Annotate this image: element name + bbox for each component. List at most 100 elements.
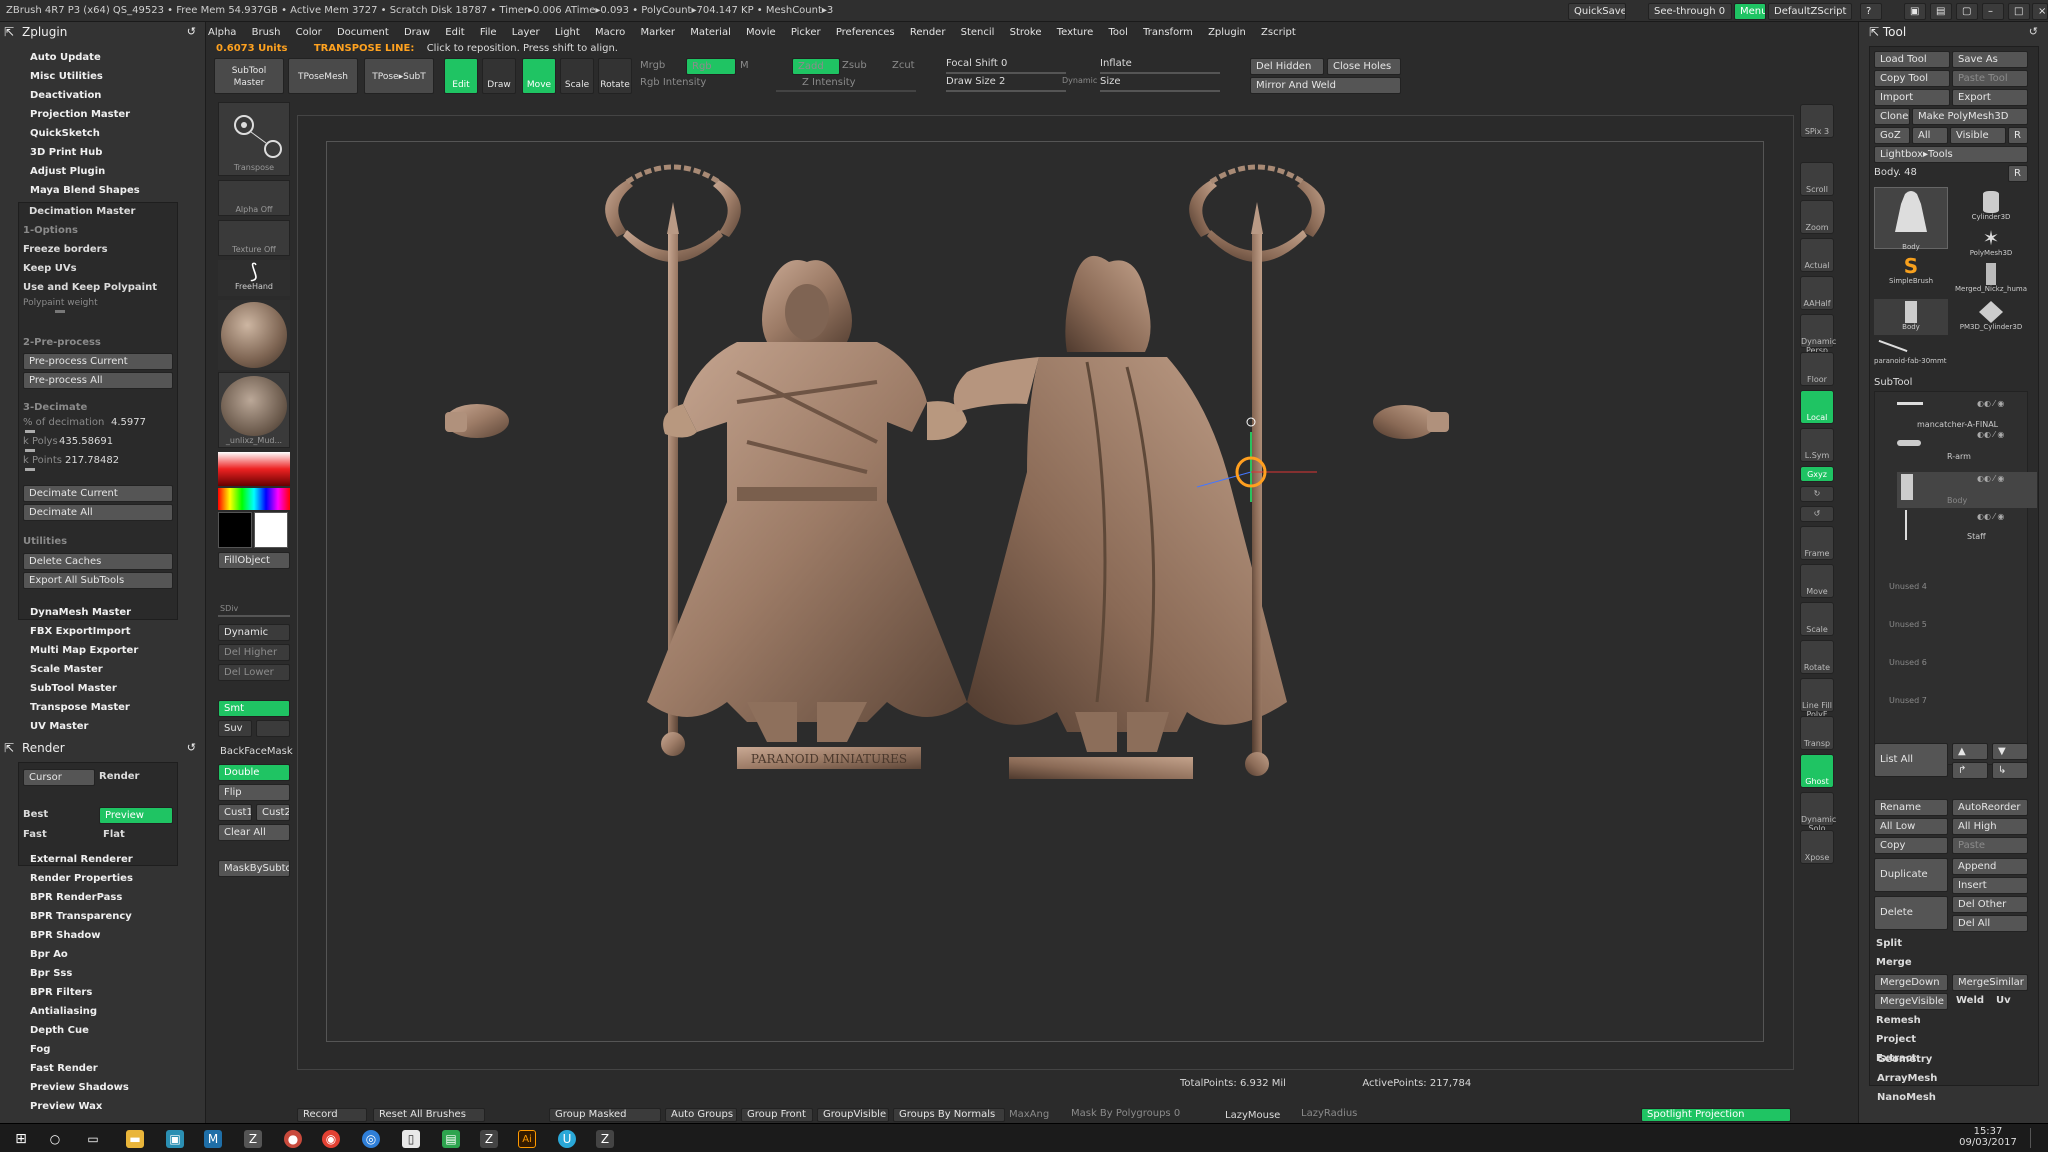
cust2-toggle[interactable]: Cust2 [256, 804, 290, 821]
close-holes-button[interactable]: Close Holes [1327, 58, 1401, 75]
see-through-slider[interactable]: See-through 0 [1648, 3, 1732, 20]
plugin-multi-map-exporter[interactable]: Multi Map Exporter [30, 645, 138, 656]
export-all-subtools-button[interactable]: Export All SubTools [23, 572, 173, 589]
goz-r-button[interactable]: R [2008, 127, 2028, 144]
show-desktop-button[interactable] [2030, 1128, 2042, 1148]
left-floating-arm[interactable] [445, 404, 509, 438]
load-tool-button[interactable]: Load Tool [1874, 51, 1950, 68]
spotlight-projection-toggle[interactable]: Spotlight Projection [1641, 1108, 1791, 1122]
kpolys-value[interactable]: 435.58691 [59, 436, 113, 447]
smt-toggle[interactable]: Smt [218, 700, 290, 717]
subtool-move-up-icon[interactable]: ↱ [1952, 762, 1988, 779]
freeze-borders-toggle[interactable]: Freeze borders [23, 244, 108, 255]
fillobject-button[interactable]: FillObject [218, 552, 290, 569]
backfacemask-toggle[interactable]: BackFaceMask [220, 746, 293, 757]
flip-toggle[interactable]: Flip [218, 784, 290, 801]
zadd-button[interactable]: Zadd [792, 58, 840, 75]
subtool-row-staff[interactable]: ◐◐ ⁄ ◉ Staff [1897, 510, 2037, 546]
menu-document[interactable]: Document [337, 24, 389, 42]
sdiv-slider[interactable]: SDiv [220, 604, 238, 613]
render-bpr-filters[interactable]: BPR Filters [30, 987, 92, 998]
preprocess-all-button[interactable]: Pre-process All [23, 372, 173, 389]
remesh-section[interactable]: Remesh [1876, 1015, 1921, 1026]
menu-zscript[interactable]: Zscript [1261, 24, 1296, 42]
spreadsheet-icon[interactable]: ▤ [442, 1130, 460, 1148]
render-bpr-renderpass[interactable]: BPR RenderPass [30, 892, 122, 903]
del-other-button[interactable]: Del Other [1952, 896, 2028, 913]
plugin-adjust-plugin[interactable]: Adjust Plugin [30, 166, 105, 177]
clear-all-button[interactable]: Clear All [218, 824, 290, 841]
suv-value[interactable] [256, 720, 290, 737]
cust1-toggle[interactable]: Cust1 [218, 804, 252, 821]
menu-alpha[interactable]: Alpha [208, 24, 236, 42]
task-view-icon[interactable]: ▭ [84, 1130, 102, 1148]
del-lower-button[interactable]: Del Lower [218, 664, 290, 681]
del-all-button[interactable]: Del All [1952, 915, 2028, 932]
dynamic-subdiv-button[interactable]: Dynamic [218, 624, 290, 641]
firefox-icon[interactable]: ● [284, 1130, 302, 1148]
autoreorder-button[interactable]: AutoReorder [1952, 799, 2028, 816]
zbrush-taskbar-icon[interactable]: Z [244, 1130, 262, 1148]
menu-layer[interactable]: Layer [512, 24, 540, 42]
tool-thumb-cylinder[interactable]: Cylinder3D [1954, 191, 2028, 225]
aahalf-button[interactable]: AAHalf [1800, 276, 1834, 310]
z-intensity-slider[interactable]: Z Intensity [802, 77, 856, 88]
plugin-misc-utilities[interactable]: Misc Utilities [30, 71, 103, 82]
maskbysubtool-button[interactable]: MaskBySubtool [218, 860, 290, 877]
secondary-color-swatch[interactable] [254, 512, 288, 548]
m-button[interactable]: M [740, 60, 749, 71]
ubisoft-icon[interactable]: U [558, 1130, 576, 1148]
render-bpr-shadow[interactable]: BPR Shadow [30, 930, 100, 941]
polyf-button[interactable]: Line Fill PolyF [1800, 678, 1834, 719]
subtool-row-r-arm[interactable]: ◐◐ ⁄ ◉ R-arm [1897, 430, 2037, 472]
append-button[interactable]: Append [1952, 858, 2028, 875]
plugin-subtool-master[interactable]: SubTool Master [30, 683, 117, 694]
quicksave-button[interactable]: QuickSave [1568, 3, 1626, 20]
tool-thumb-merged[interactable]: Merged_Nickz_huma [1950, 263, 2032, 297]
decimation-master-title[interactable]: Decimation Master [29, 206, 135, 217]
menu-movie[interactable]: Movie [746, 24, 776, 42]
layout-icon[interactable]: ▣ [1904, 3, 1926, 20]
scroll-button[interactable]: Scroll [1800, 162, 1834, 196]
document-icon[interactable]: ▯ [402, 1130, 420, 1148]
inflate-track[interactable] [1100, 72, 1220, 74]
kpoints-value[interactable]: 217.78482 [65, 455, 119, 466]
plugin-quicksketch[interactable]: QuickSketch [30, 128, 100, 139]
menu-marker[interactable]: Marker [640, 24, 675, 42]
render-preview-shadows[interactable]: Preview Shadows [30, 1082, 129, 1093]
texture-slot[interactable]: Texture Off [218, 220, 290, 256]
menu-zplugin[interactable]: Zplugin [1208, 24, 1246, 42]
render-fast-render[interactable]: Fast Render [30, 1063, 98, 1074]
m-app-icon[interactable]: M [204, 1130, 222, 1148]
inflate-slider[interactable]: Inflate [1100, 58, 1132, 69]
illustrator-icon[interactable]: Ai [518, 1130, 536, 1148]
polypaint-weight-handle[interactable] [55, 310, 65, 313]
decimation-pct-handle[interactable] [25, 430, 35, 433]
project-section[interactable]: Project [1876, 1034, 1916, 1045]
mergevisible-button[interactable]: MergeVisible [1874, 993, 1948, 1010]
zbrush-3-icon[interactable]: Z [596, 1130, 614, 1148]
copy-tool-button[interactable]: Copy Tool [1874, 70, 1950, 87]
xpose-button[interactable]: Xpose [1800, 830, 1834, 864]
palette-drag-icon[interactable]: ⇱ [4, 22, 14, 42]
transpose-brush-slot[interactable]: Transpose [218, 102, 290, 176]
paste-tool-button[interactable]: Paste Tool [1952, 70, 2028, 87]
menu-color[interactable]: Color [296, 24, 322, 42]
flat-render-button[interactable]: Flat [103, 829, 125, 840]
menus-button[interactable]: Menus [1734, 3, 1766, 20]
lazyradius-slider[interactable]: LazyRadius [1301, 1108, 1357, 1119]
menu-file[interactable]: File [480, 24, 497, 42]
mask-by-polygroups-slider[interactable]: Mask By Polygroups 0 [1071, 1108, 1180, 1119]
make-polymesh-button[interactable]: Make PolyMesh3D [1912, 108, 2028, 125]
lazymouse-toggle[interactable]: LazyMouse [1225, 1110, 1280, 1121]
chrome-icon[interactable]: ◉ [322, 1130, 340, 1148]
groupvisible-button[interactable]: GroupVisible [817, 1108, 889, 1122]
back-figure[interactable] [953, 255, 1287, 752]
render-external-renderer[interactable]: External Renderer [30, 854, 133, 865]
lsym-button[interactable]: L.Sym [1800, 428, 1834, 462]
frame-button[interactable]: Frame [1800, 526, 1834, 560]
move-mode-button[interactable]: Move [522, 58, 556, 94]
tool-palette-drag-icon[interactable]: ⇱ [1869, 25, 1879, 39]
restore-icon[interactable]: ▢ [1956, 3, 1978, 20]
merge-section[interactable]: Merge [1876, 957, 1912, 968]
